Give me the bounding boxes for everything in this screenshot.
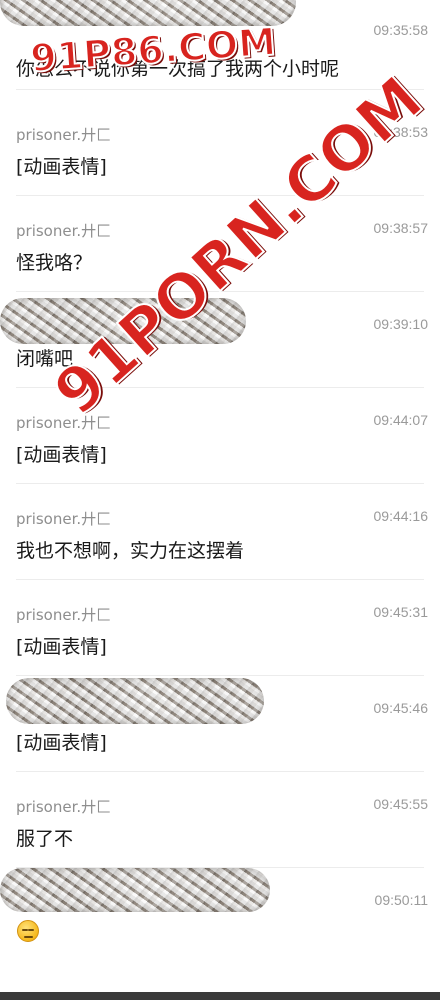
message-time: 09:44:07 <box>373 412 429 428</box>
chat-record[interactable]: prisoner.廾匚 09:45:31 [动画表情] <box>0 580 440 676</box>
redacted-sender-name <box>0 298 246 344</box>
message-time: 09:38:57 <box>373 220 429 236</box>
chat-record[interactable]: 09:45:46 [动画表情] <box>0 676 440 772</box>
record-divider <box>16 89 424 90</box>
message-time: 09:35:58 <box>373 22 429 38</box>
sender-name: prisoner.廾匚 <box>16 414 112 432</box>
message-text: [动画表情] <box>16 444 107 466</box>
chat-record[interactable]: prisoner.廾匚 09:38:57 怪我咯？ <box>0 196 440 292</box>
message-text: [动画表情] <box>16 732 107 754</box>
chat-record[interactable]: prisoner.廾匚 09:38:53 [动画表情] <box>0 100 440 196</box>
message-time: 09:45:31 <box>373 604 429 620</box>
message-text: [动画表情] <box>16 156 107 178</box>
chat-record[interactable]: 09:39:10 闭嘴吧 <box>0 292 440 388</box>
sender-name: prisoner.廾匚 <box>16 798 112 816</box>
chat-record[interactable]: 09:50:11 <box>0 868 440 964</box>
message-text: 我也不想啊，实力在这摆着 <box>16 540 245 562</box>
bottom-edge-bar <box>0 992 440 1000</box>
redacted-sender-name <box>0 0 296 26</box>
message-text: 闭嘴吧 <box>16 348 74 370</box>
chat-record[interactable]: prisoner.廾匚 09:45:55 服了不 <box>0 772 440 868</box>
redacted-sender-name <box>0 868 270 912</box>
sender-name: prisoner.廾匚 <box>16 606 112 624</box>
message-time: 09:39:10 <box>373 316 429 332</box>
unamused-face-icon <box>17 920 39 942</box>
message-text: [动画表情] <box>16 636 107 658</box>
message-time: 09:38:53 <box>373 124 429 140</box>
chat-record[interactable]: prisoner.廾匚 09:44:07 [动画表情] <box>0 388 440 484</box>
message-time: 09:45:55 <box>373 796 429 812</box>
message-time: 09:50:11 <box>374 892 428 908</box>
message-time: 09:44:16 <box>373 508 429 524</box>
message-text: 服了不 <box>16 828 74 850</box>
chat-record[interactable]: prisoner.廾匚 09:44:16 我也不想啊，实力在这摆着 <box>0 484 440 580</box>
chat-record-list[interactable]: 09:35:58 你怎么不说你第一次搞了我两个小时呢 prisoner.廾匚 0… <box>0 0 440 1000</box>
chat-record[interactable]: 09:35:58 你怎么不说你第一次搞了我两个小时呢 <box>0 0 440 90</box>
sender-name: prisoner.廾匚 <box>16 126 112 144</box>
sender-name: prisoner.廾匚 <box>16 222 112 240</box>
message-time: 09:45:46 <box>373 700 429 716</box>
message-text: 怪我咯？ <box>16 252 93 274</box>
redacted-sender-name <box>6 678 264 724</box>
message-text: 你怎么不说你第一次搞了我两个小时呢 <box>16 58 340 80</box>
sender-name: prisoner.廾匚 <box>16 510 112 528</box>
